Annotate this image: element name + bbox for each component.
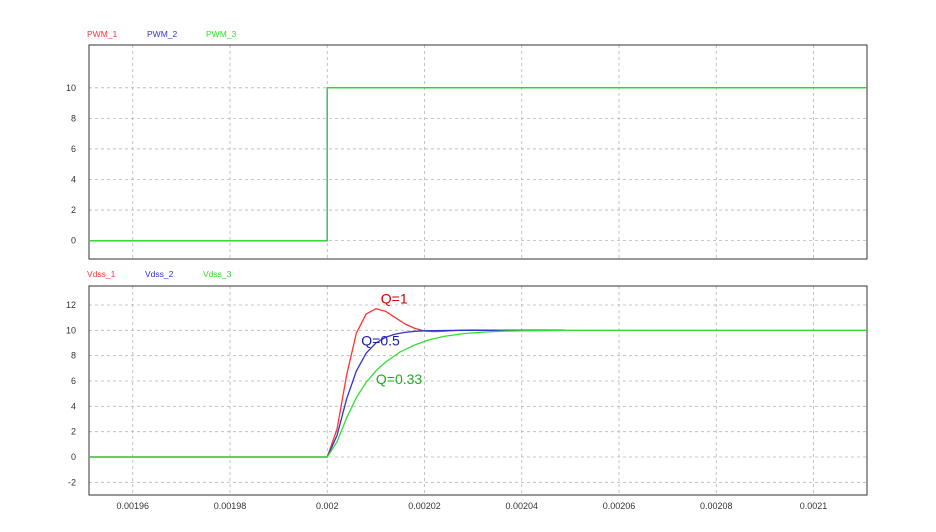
y-tick-label: 2 [71, 427, 76, 437]
x-tick-label: 0.00196 [116, 501, 149, 511]
y-tick-label: 6 [71, 144, 76, 154]
legend-entry-vdss_2: Vdss_2 [145, 269, 174, 279]
y-tick-label: 6 [71, 376, 76, 386]
annotation-label: Q=0.33 [376, 371, 423, 387]
x-tick-label: 0.00208 [700, 501, 733, 511]
y-tick-label: 12 [66, 300, 76, 310]
y-tick-label: 0 [71, 236, 76, 246]
legend-entry-pwm_3: PWM_3 [206, 29, 237, 39]
annotation-label: Q=0.5 [361, 333, 400, 349]
x-tick-label: 0.00198 [214, 501, 247, 511]
y-tick-label: 4 [71, 401, 76, 411]
plot-frame [88, 285, 868, 496]
legend-entry-vdss_3: Vdss_3 [203, 269, 232, 279]
y-tick-label: 10 [66, 325, 76, 335]
series-line-vdss_3 [89, 329, 867, 458]
y-tick-label: 2 [71, 205, 76, 215]
legend-entry-pwm_1: PWM_1 [87, 29, 118, 39]
y-tick-label: 4 [71, 175, 76, 185]
x-tick-label: 0.00204 [505, 501, 538, 511]
legend-entry-pwm_2: PWM_2 [147, 29, 178, 39]
x-tick-label: 0.002 [316, 501, 339, 511]
y-tick-label: 10 [66, 83, 76, 93]
y-tick-label: 8 [71, 113, 76, 123]
x-tick-label: 0.0021 [800, 501, 828, 511]
series-line-pwm_2 [89, 87, 867, 242]
legend-entry-vdss_1: Vdss_1 [87, 269, 116, 279]
annotation-label: Q=1 [381, 291, 408, 307]
y-tick-label: 0 [71, 452, 76, 462]
x-tick-label: 0.00206 [603, 501, 636, 511]
chart: 0 2 4 6 8 10 PWM_1 PWM_2 PWM_3 -2 0 2 4 6 8 10 12 0.00196… [66, 29, 868, 511]
x-tick-label: 0.00202 [408, 501, 441, 511]
y-tick-label: 8 [71, 351, 76, 361]
plot-frame [88, 44, 868, 260]
y-tick-label: -2 [68, 477, 76, 487]
series-line-pwm_1 [89, 87, 867, 242]
series-line-pwm_3 [89, 87, 867, 242]
